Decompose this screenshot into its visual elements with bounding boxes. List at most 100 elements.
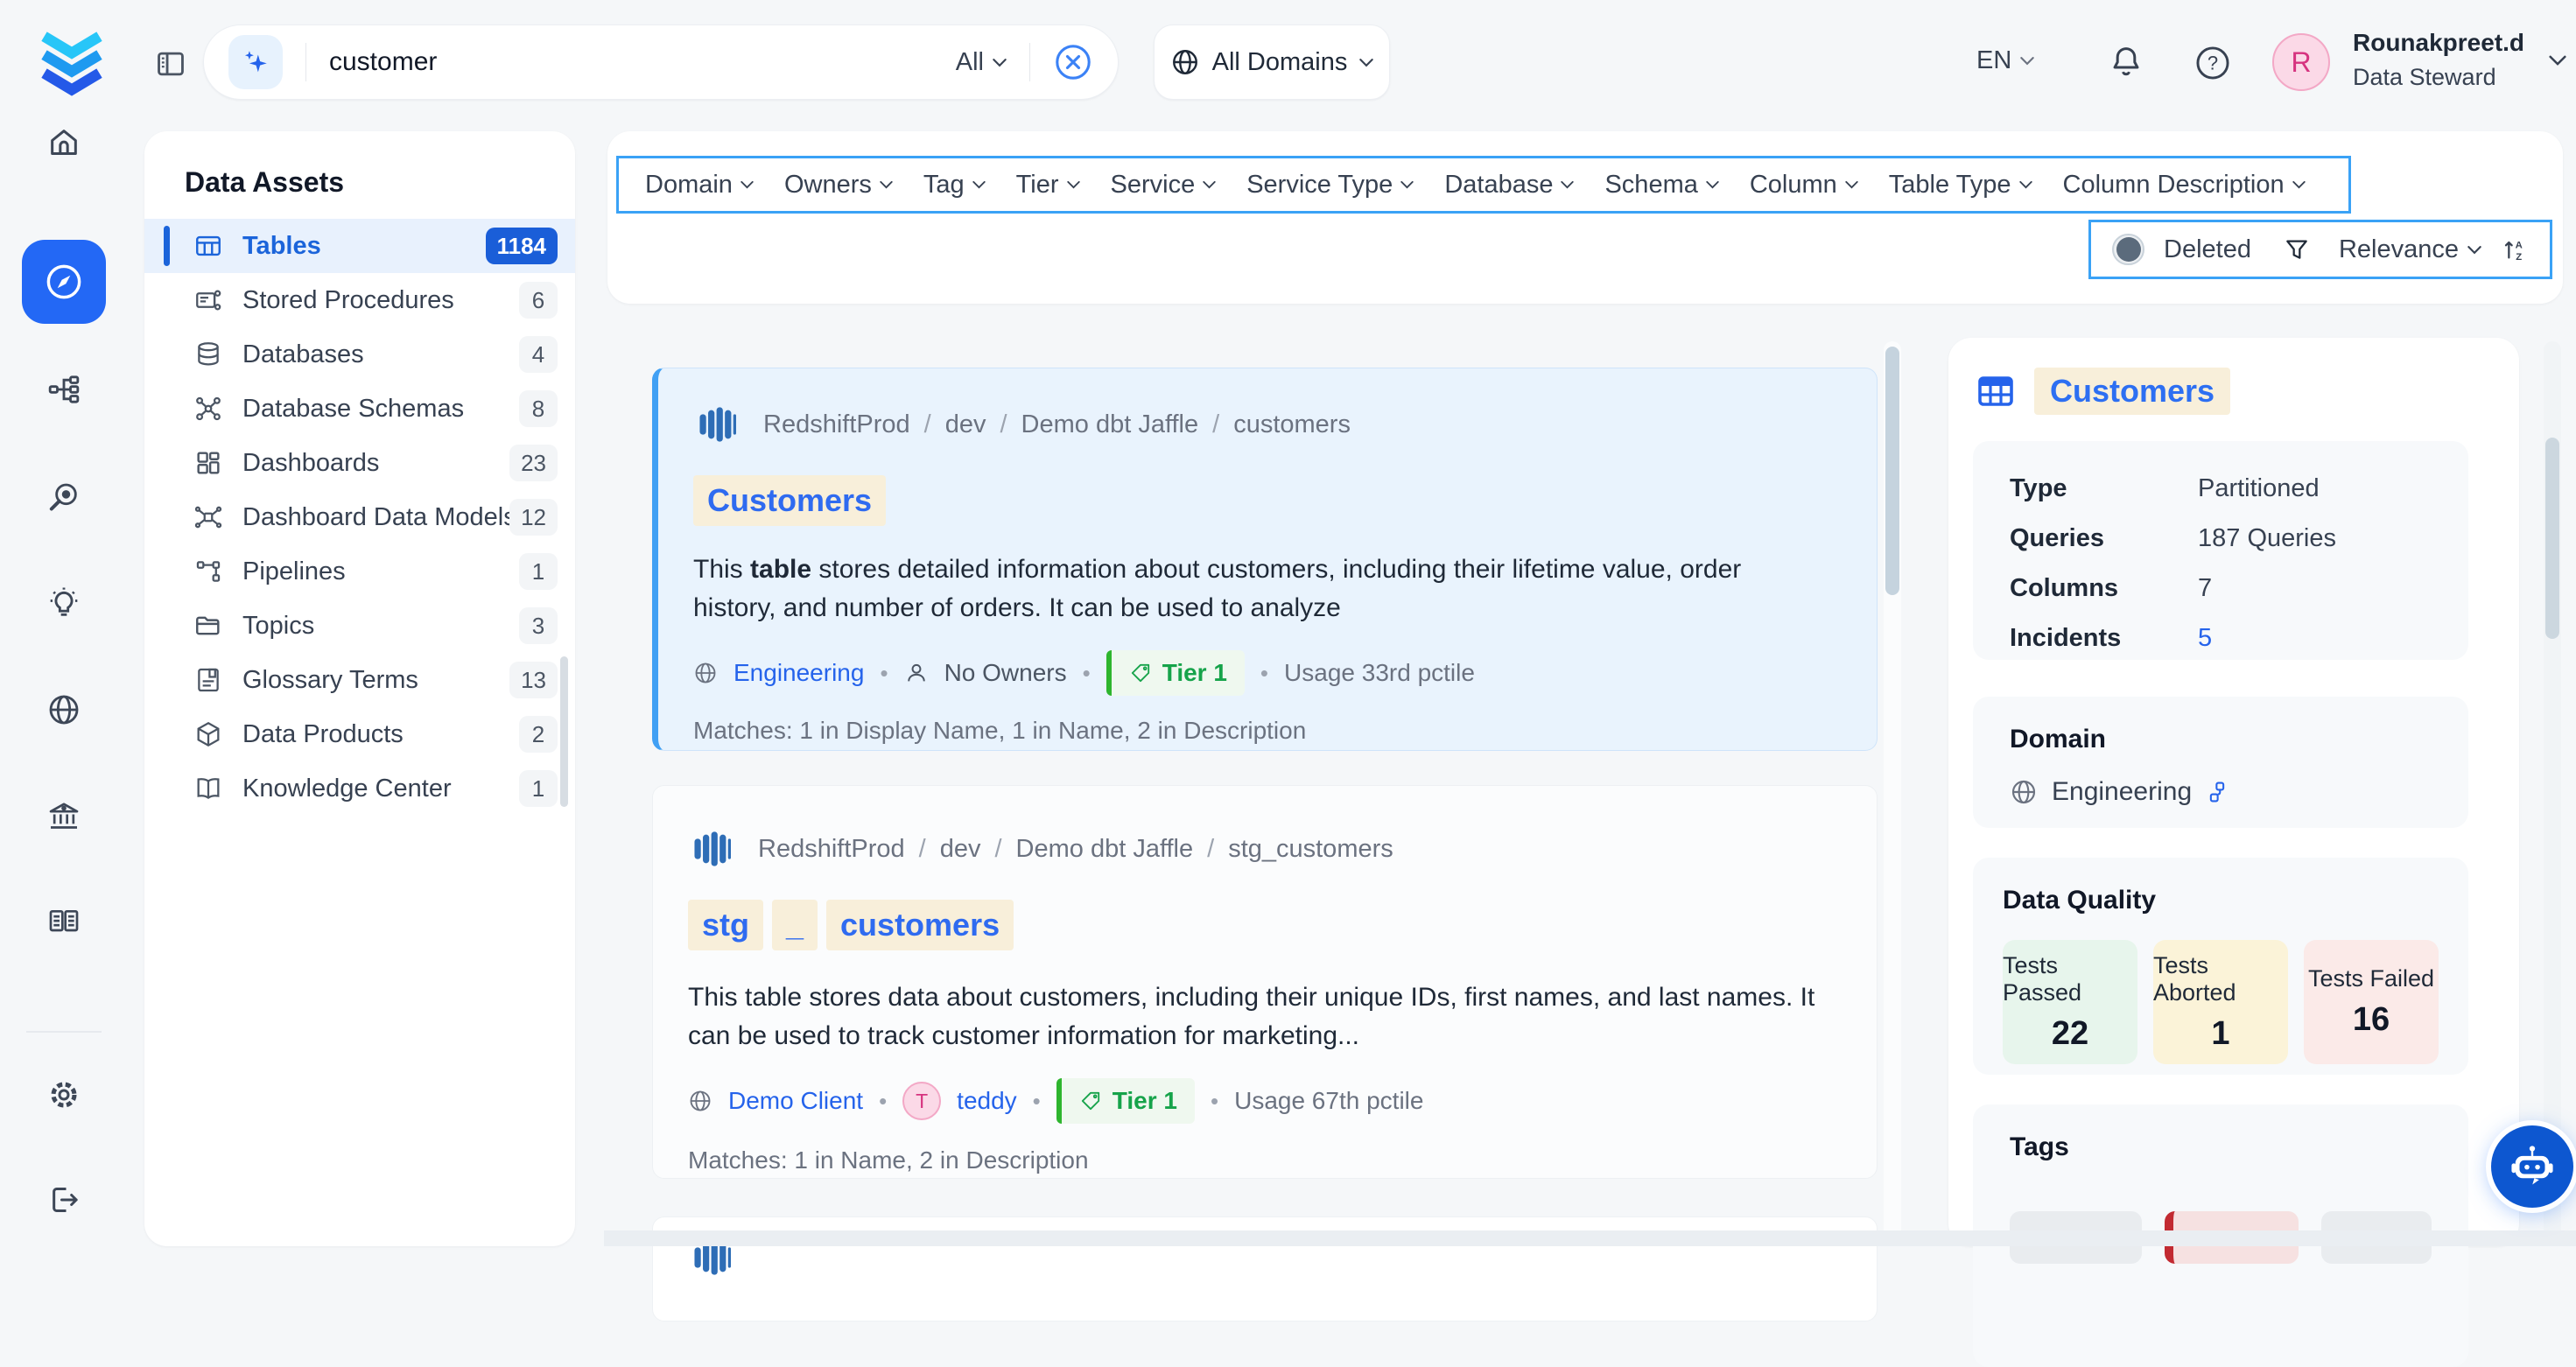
- deleted-toggle[interactable]: [2112, 234, 2144, 265]
- tier-label: Tier 1: [1162, 659, 1227, 687]
- preview-title-link[interactable]: Customers: [2034, 368, 2230, 415]
- logout-icon[interactable]: [46, 1182, 81, 1217]
- bottom-scroll-strip: [604, 1230, 2576, 1246]
- redshift-service-icon: [688, 824, 737, 873]
- hierarchy-link-icon[interactable]: [2206, 781, 2229, 803]
- summary-label: Incidents: [2010, 624, 2198, 653]
- filter-service-type[interactable]: Service Type: [1246, 171, 1414, 200]
- globe-icon: [688, 1089, 712, 1113]
- app-logo-icon[interactable]: [35, 23, 109, 102]
- asset-item-stored-procedures[interactable]: Stored Procedures 6: [144, 273, 575, 327]
- asset-type-list: Tables 1184 Stored Procedures 6 Database…: [144, 219, 575, 816]
- filter-tier[interactable]: Tier: [1016, 171, 1080, 200]
- search-result-card-stg-customers[interactable]: RedshiftProd/ dev/ Demo dbt Jaffle/ stg_…: [652, 785, 1878, 1179]
- explore-nav-active[interactable]: [22, 240, 106, 324]
- chevron-down-icon[interactable]: [2549, 54, 2566, 67]
- language-dropdown[interactable]: EN: [1976, 46, 2034, 75]
- sort-by-dropdown[interactable]: Relevance: [2339, 235, 2481, 264]
- filter-service[interactable]: Service: [1111, 171, 1217, 200]
- language-value: EN: [1976, 46, 2011, 75]
- chevron-down-icon: [2019, 180, 2032, 189]
- crumb-service[interactable]: RedshiftProd: [763, 410, 910, 439]
- crumb-database[interactable]: dev: [940, 835, 981, 864]
- user-avatar[interactable]: R: [2272, 33, 2330, 91]
- search-result-card-customers[interactable]: RedshiftProd/ dev/ Demo dbt Jaffle/ cust…: [652, 368, 1878, 751]
- person-icon: [904, 661, 929, 685]
- sort-az-icon[interactable]: A Z: [2501, 235, 2529, 263]
- all-domains-button[interactable]: All Domains: [1154, 25, 1390, 100]
- result-title-link[interactable]: Customers: [693, 475, 886, 526]
- lineage-icon[interactable]: [46, 372, 81, 407]
- asset-item-knowledge-center[interactable]: Knowledge Center 1: [144, 761, 575, 816]
- asset-item-databases[interactable]: Databases 4: [144, 327, 575, 382]
- asset-item-count: 1: [519, 553, 558, 590]
- glossary-term-icon: [193, 665, 223, 695]
- result-domain-link[interactable]: Demo Client: [728, 1087, 863, 1115]
- filter-domain[interactable]: Domain: [645, 171, 754, 200]
- ai-sparkle-icon[interactable]: [228, 35, 283, 89]
- domain-value[interactable]: Engineering: [2052, 777, 2192, 807]
- filter-column-description[interactable]: Column Description: [2063, 171, 2306, 200]
- table-icon: [193, 231, 223, 261]
- notifications-bell-icon[interactable]: [2108, 44, 2144, 81]
- usage-percentile: Usage 67th pctile: [1234, 1087, 1423, 1115]
- knowledge-book-icon[interactable]: [46, 904, 81, 939]
- result-domain-link[interactable]: Engineering: [733, 659, 864, 687]
- search-scope-dropdown[interactable]: All: [956, 48, 1007, 77]
- divider: [305, 43, 306, 81]
- domains-globe-icon[interactable]: [46, 692, 81, 727]
- usage-percentile: Usage 33rd pctile: [1284, 659, 1475, 687]
- crumb-table[interactable]: stg_customers: [1228, 835, 1393, 864]
- asset-item-pipelines[interactable]: Pipelines 1: [144, 544, 575, 599]
- asset-item-database-schemas[interactable]: Database Schemas 8: [144, 382, 575, 436]
- crumb-service[interactable]: RedshiftProd: [758, 835, 905, 864]
- asset-item-label: Knowledge Center: [242, 775, 519, 803]
- tests-aborted-tile[interactable]: Tests Aborted1: [2153, 940, 2288, 1064]
- assets-scrollbar[interactable]: [560, 656, 568, 807]
- asset-item-dashboards[interactable]: Dashboards 23: [144, 436, 575, 490]
- owner-avatar[interactable]: T: [902, 1082, 941, 1120]
- incidents-link[interactable]: 5: [2198, 624, 2212, 653]
- asset-item-tables[interactable]: Tables 1184: [144, 219, 575, 273]
- filter-tag[interactable]: Tag: [923, 171, 986, 200]
- tier-badge[interactable]: Tier 1: [1106, 650, 1245, 696]
- asset-item-count: 8: [519, 390, 558, 427]
- filter-table-type[interactable]: Table Type: [1889, 171, 2032, 200]
- filter-funnel-icon[interactable]: [2283, 235, 2311, 263]
- filter-owners[interactable]: Owners: [784, 171, 893, 200]
- crumb-database[interactable]: dev: [945, 410, 986, 439]
- chatbot-button[interactable]: [2491, 1125, 2573, 1208]
- asset-item-glossary-terms[interactable]: Glossary Terms 13: [144, 653, 575, 707]
- crumb-schema[interactable]: Demo dbt Jaffle: [1021, 410, 1199, 439]
- tests-failed-tile[interactable]: Tests Failed16: [2304, 940, 2439, 1064]
- sidebar-collapse-icon[interactable]: [154, 47, 187, 81]
- settings-gear-icon[interactable]: [46, 1077, 81, 1112]
- asset-item-dashboard-data-models[interactable]: Dashboard Data Models 12: [144, 490, 575, 544]
- tier-badge[interactable]: Tier 1: [1056, 1078, 1195, 1124]
- governance-bank-icon[interactable]: [46, 799, 81, 834]
- user-menu[interactable]: Rounakpreet.d Data Steward: [2353, 29, 2524, 91]
- result-title-link[interactable]: stg _ customers: [688, 900, 1014, 950]
- asset-item-label: Topics: [242, 612, 519, 641]
- asset-item-count: 6: [519, 282, 558, 319]
- filter-column[interactable]: Column: [1750, 171, 1858, 200]
- search-input[interactable]: customer: [329, 47, 956, 77]
- tests-passed-tile[interactable]: Tests Passed22: [2003, 940, 2137, 1064]
- crumb-schema[interactable]: Demo dbt Jaffle: [1016, 835, 1194, 864]
- home-icon[interactable]: [46, 125, 81, 160]
- clear-search-icon[interactable]: [1053, 42, 1093, 82]
- filter-database[interactable]: Database: [1444, 171, 1574, 200]
- observability-icon[interactable]: [46, 480, 81, 515]
- data-product-icon: [193, 719, 223, 749]
- preview-scrollbar-thumb[interactable]: [2545, 438, 2559, 639]
- insights-icon[interactable]: [46, 585, 81, 620]
- filter-schema[interactable]: Schema: [1604, 171, 1718, 200]
- asset-item-data-products[interactable]: Data Products 2: [144, 707, 575, 761]
- crumb-table[interactable]: customers: [1233, 410, 1351, 439]
- asset-item-topics[interactable]: Topics 3: [144, 599, 575, 653]
- filter-bar: Domain Owners Tag Tier Service Service T…: [616, 156, 2351, 214]
- global-search-bar[interactable]: customer All: [203, 25, 1119, 100]
- results-scrollbar-thumb[interactable]: [1885, 347, 1899, 595]
- help-icon[interactable]: ?: [2193, 44, 2232, 82]
- result-owner-link[interactable]: teddy: [957, 1087, 1017, 1115]
